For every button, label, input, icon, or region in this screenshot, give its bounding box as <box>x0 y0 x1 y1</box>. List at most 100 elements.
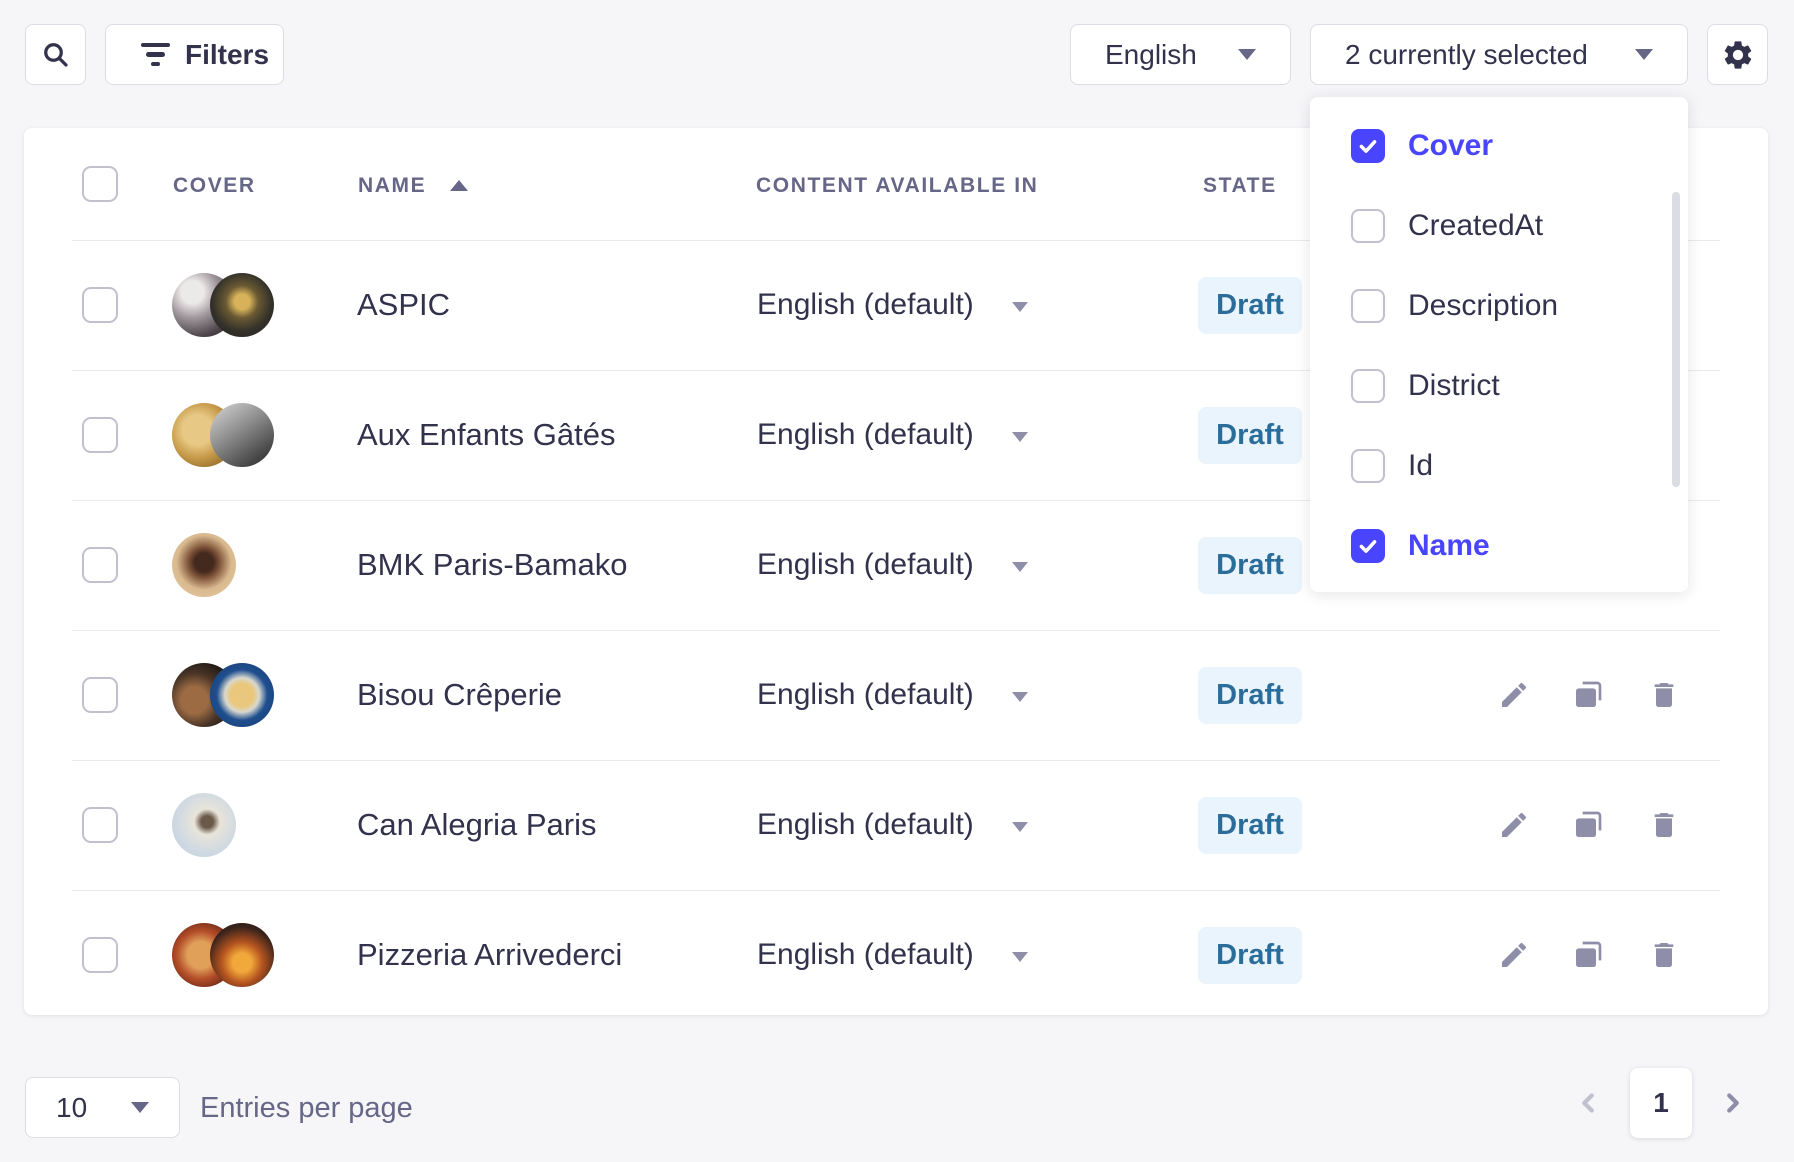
search-button[interactable] <box>25 24 86 85</box>
filters-button[interactable]: Filters <box>105 24 284 85</box>
row-locale-value: English (default) <box>757 678 974 712</box>
field-selection-dropdown: Cover CreatedAt Description District Id … <box>1310 97 1688 592</box>
chevron-down-icon <box>1012 302 1028 312</box>
page-size-value: 10 <box>56 1092 87 1124</box>
filters-button-label: Filters <box>185 39 269 71</box>
table-row: Can Alegria Paris English (default) Draf… <box>72 760 1720 891</box>
row-locale-dropdown[interactable]: English (default) <box>757 418 1028 452</box>
cover-avatar <box>210 403 274 467</box>
row-name: Pizzeria Arrivederci <box>357 937 622 973</box>
row-locale-value: English (default) <box>757 288 974 322</box>
edit-button[interactable] <box>1492 803 1536 847</box>
chevron-down-icon <box>1012 822 1028 832</box>
status-badge: Draft <box>1198 927 1302 984</box>
chevron-down-icon <box>1012 952 1028 962</box>
dropdown-item-label: Name <box>1408 529 1490 563</box>
cover-avatar <box>172 793 236 857</box>
dropdown-item-label: Cover <box>1408 129 1493 163</box>
page-1-button[interactable]: 1 <box>1630 1068 1692 1138</box>
row-locale-dropdown[interactable]: English (default) <box>757 938 1028 972</box>
fields-select[interactable]: 2 currently selected <box>1310 24 1688 85</box>
edit-button[interactable] <box>1492 673 1536 717</box>
fields-select-value: 2 currently selected <box>1345 39 1588 71</box>
row-name: ASPIC <box>357 287 450 323</box>
status-badge: Draft <box>1198 407 1302 464</box>
cover-avatar <box>210 663 274 727</box>
locale-select-value: English <box>1105 39 1197 71</box>
row-locale-dropdown[interactable]: English (default) <box>757 548 1028 582</box>
checkbox[interactable] <box>1351 449 1385 483</box>
dropdown-item-description[interactable]: Description <box>1310 266 1688 346</box>
status-badge: Draft <box>1198 277 1302 334</box>
delete-button[interactable] <box>1642 933 1686 977</box>
row-locale-dropdown[interactable]: English (default) <box>757 678 1028 712</box>
chevron-right-icon <box>1718 1088 1748 1118</box>
next-page-button[interactable] <box>1711 1081 1755 1125</box>
previous-page-button[interactable] <box>1566 1081 1610 1125</box>
cover-avatar <box>172 533 236 597</box>
row-name: Can Alegria Paris <box>357 807 597 843</box>
edit-button[interactable] <box>1492 933 1536 977</box>
filter-icon <box>140 43 170 67</box>
dropdown-item-label: Description <box>1408 289 1558 323</box>
settings-button[interactable] <box>1707 24 1768 85</box>
sort-ascending-icon[interactable] <box>450 180 468 191</box>
checkbox[interactable] <box>1351 369 1385 403</box>
checkbox[interactable] <box>1351 289 1385 323</box>
dropdown-item-name[interactable]: Name <box>1310 506 1688 586</box>
row-name: BMK Paris-Bamako <box>357 547 627 583</box>
entries-per-page-label: Entries per page <box>200 1092 413 1125</box>
chevron-down-icon <box>1012 692 1028 702</box>
row-checkbox[interactable] <box>82 677 118 713</box>
row-checkbox[interactable] <box>82 807 118 843</box>
row-name: Aux Enfants Gâtés <box>357 417 615 453</box>
status-badge: Draft <box>1198 537 1302 594</box>
duplicate-button[interactable] <box>1566 673 1610 717</box>
dropdown-item-cover[interactable]: Cover <box>1310 106 1688 186</box>
dropdown-scrollbar[interactable] <box>1672 192 1680 487</box>
row-locale-value: English (default) <box>757 808 974 842</box>
row-locale-value: English (default) <box>757 418 974 452</box>
checkbox[interactable] <box>1351 129 1385 163</box>
dropdown-item-district[interactable]: District <box>1310 346 1688 426</box>
chevron-down-icon <box>131 1102 149 1113</box>
chevron-down-icon <box>1635 49 1653 60</box>
chevron-down-icon <box>1012 432 1028 442</box>
row-checkbox[interactable] <box>82 937 118 973</box>
column-header-cover: COVER <box>173 174 256 198</box>
row-locale-dropdown[interactable]: English (default) <box>757 288 1028 322</box>
dropdown-item-label: District <box>1408 369 1500 403</box>
locale-select[interactable]: English <box>1070 24 1291 85</box>
dropdown-item-label: CreatedAt <box>1408 209 1543 243</box>
checkbox[interactable] <box>1351 209 1385 243</box>
duplicate-button[interactable] <box>1566 803 1610 847</box>
select-all-checkbox[interactable] <box>82 166 118 202</box>
delete-button[interactable] <box>1642 803 1686 847</box>
row-checkbox[interactable] <box>82 547 118 583</box>
row-locale-value: English (default) <box>757 548 974 582</box>
chevron-left-icon <box>1573 1088 1603 1118</box>
row-locale-value: English (default) <box>757 938 974 972</box>
cover-avatar <box>210 273 274 337</box>
column-header-content-available-in: CONTENT AVAILABLE IN <box>756 174 1038 198</box>
delete-button[interactable] <box>1642 673 1686 717</box>
row-checkbox[interactable] <box>82 417 118 453</box>
dropdown-item-id[interactable]: Id <box>1310 426 1688 506</box>
row-name: Bisou Crêperie <box>357 677 562 713</box>
column-header-state: STATE <box>1203 174 1277 198</box>
dropdown-item-createdat[interactable]: CreatedAt <box>1310 186 1688 266</box>
row-locale-dropdown[interactable]: English (default) <box>757 808 1028 842</box>
table-row: Pizzeria Arrivederci English (default) D… <box>72 890 1720 1015</box>
status-badge: Draft <box>1198 667 1302 724</box>
page-size-select[interactable]: 10 <box>25 1077 180 1138</box>
row-checkbox[interactable] <box>82 287 118 323</box>
chevron-down-icon <box>1012 562 1028 572</box>
search-icon <box>41 40 71 70</box>
status-badge: Draft <box>1198 797 1302 854</box>
chevron-down-icon <box>1238 49 1256 60</box>
cover-avatar <box>210 923 274 987</box>
table-row: Bisou Crêperie English (default) Draft <box>72 630 1720 761</box>
duplicate-button[interactable] <box>1566 933 1610 977</box>
checkbox[interactable] <box>1351 529 1385 563</box>
column-header-name[interactable]: NAME <box>358 174 426 198</box>
